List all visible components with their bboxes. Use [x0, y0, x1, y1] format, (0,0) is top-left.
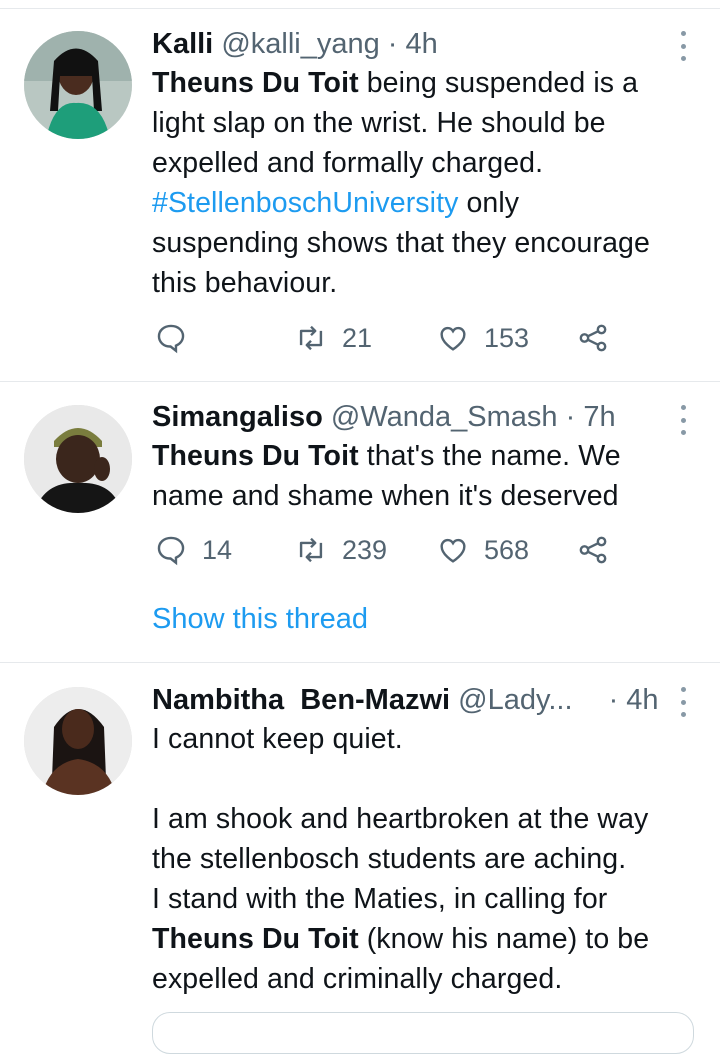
mention-name: Theuns Du Toit	[152, 440, 359, 472]
tweet-kalli[interactable]: Kalli @kalli_yang · 4h Theuns Du Toit be…	[0, 8, 720, 382]
timestamp[interactable]: 4h	[626, 684, 658, 716]
text-line: the stellenbosch students are aching.	[152, 843, 627, 875]
avatar-image	[24, 405, 132, 513]
separator: ·	[387, 28, 398, 60]
text-line: (know his name) to be	[358, 923, 650, 955]
retweet-count: 21	[342, 322, 373, 353]
display-name[interactable]: Nambitha Ben-Mazwi	[152, 684, 450, 716]
quoted-tweet-card[interactable]	[152, 1012, 694, 1054]
reply-icon	[157, 324, 185, 354]
mention-name: Theuns Du Toit	[152, 67, 359, 99]
like-count: 568	[484, 534, 530, 565]
tweet-text: Theuns Du Toit that's the name. We name …	[152, 436, 684, 516]
tweet-header: Kalli @kalli_yang · 4h	[152, 25, 684, 63]
handle[interactable]: @kalli_yang	[221, 28, 379, 60]
handle[interactable]: @Wanda_Smash	[331, 401, 558, 433]
like-button[interactable]: 153	[436, 321, 529, 355]
tweet-text: I cannot keep quiet. I am shook and hear…	[152, 719, 684, 999]
text-line: only	[458, 187, 520, 219]
text-line: expelled and criminally charged.	[152, 963, 563, 995]
avatar[interactable]	[24, 687, 132, 795]
text-line: I cannot keep quiet.	[152, 723, 403, 755]
tweet-header: Simangaliso @Wanda_Smash · 7h	[152, 398, 684, 436]
tweet-simangaliso[interactable]: Simangaliso @Wanda_Smash · 7h Theuns Du …	[0, 381, 720, 663]
share-button[interactable]	[576, 321, 610, 355]
display-name[interactable]: Simangaliso	[152, 401, 323, 433]
text-line: that's the name. We	[358, 440, 621, 472]
retweet-button[interactable]: 239	[294, 533, 387, 567]
reply-button[interactable]: 14	[154, 533, 232, 567]
text-line: light slap on the wrist. He should be	[152, 107, 606, 139]
handle[interactable]: @Lady...	[458, 684, 572, 716]
text-line: name and shame when it's deserved	[152, 480, 619, 512]
share-button[interactable]	[576, 533, 610, 567]
text-line: suspending shows that they encourage	[152, 227, 650, 259]
mention-name: Theuns Du Toit	[152, 923, 359, 955]
avatar-image	[24, 31, 132, 139]
retweet-button[interactable]: 21	[294, 321, 372, 355]
avatar[interactable]	[24, 31, 132, 139]
timestamp[interactable]: 7h	[583, 401, 615, 433]
reply-icon	[157, 536, 185, 566]
display-name[interactable]: Kalli	[152, 28, 213, 60]
like-count: 153	[484, 322, 530, 353]
separator: ·	[608, 684, 619, 716]
text-line: I am shook and heartbroken at the way	[152, 803, 649, 835]
retweet-icon	[299, 537, 323, 563]
reply-button[interactable]	[154, 321, 202, 355]
text-line: this behaviour.	[152, 267, 338, 299]
avatar-image	[24, 687, 132, 795]
retweet-count: 239	[342, 534, 388, 565]
tweet-text: Theuns Du Toit being suspended is a ligh…	[152, 63, 684, 303]
tweet-nambitha[interactable]: Nambitha Ben-Mazwi @Lady... · 4h I canno…	[0, 663, 720, 1054]
action-bar: 21 153	[152, 321, 630, 365]
text-line: being suspended is a	[358, 67, 639, 99]
timestamp[interactable]: 4h	[406, 28, 438, 60]
separator: ·	[565, 401, 576, 433]
text-line: expelled and formally charged.	[152, 147, 544, 179]
text-line: I stand with the Maties, in calling for	[152, 883, 608, 915]
avatar[interactable]	[24, 405, 132, 513]
hashtag-link[interactable]: #StellenboschUniversity	[152, 187, 458, 219]
reply-count: 14	[202, 534, 233, 565]
tweet-header: Nambitha Ben-Mazwi @Lady... · 4h	[152, 681, 684, 719]
retweet-icon	[299, 325, 323, 351]
like-icon	[440, 326, 466, 351]
action-bar: 14 239 568	[152, 533, 630, 577]
like-icon	[440, 538, 466, 563]
like-button[interactable]: 568	[436, 533, 529, 567]
show-thread-link[interactable]: Show this thread	[152, 603, 368, 636]
share-icon	[579, 324, 607, 352]
share-icon	[579, 536, 607, 564]
